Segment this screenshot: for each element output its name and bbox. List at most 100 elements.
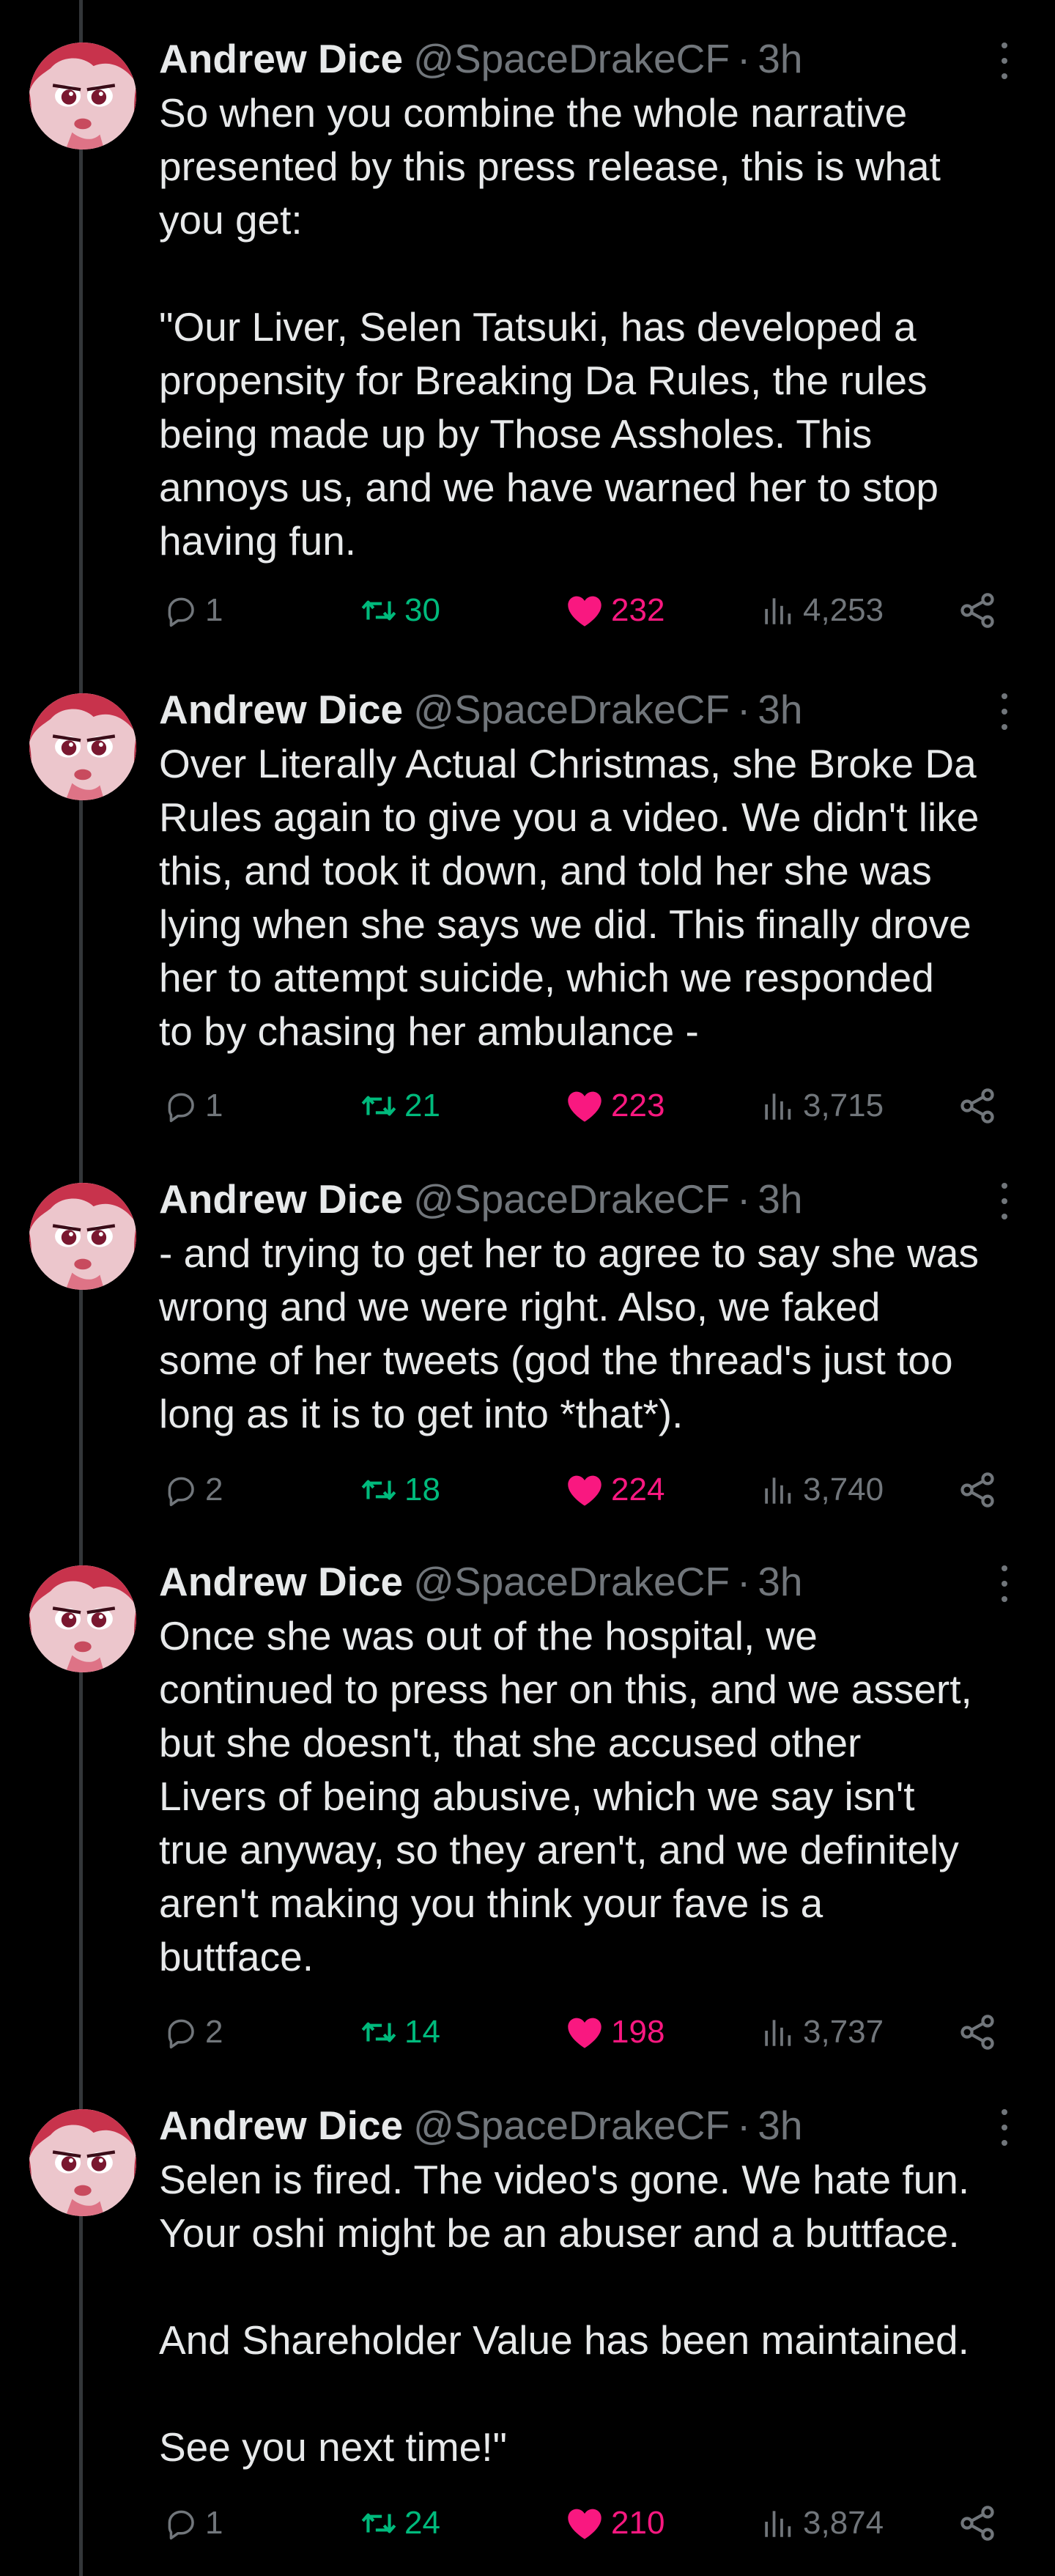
like-count: 232 — [611, 592, 665, 628]
views-button[interactable]: 3,740 — [760, 1464, 884, 1516]
author-name[interactable]: Andrew Dice — [159, 2096, 403, 2155]
heart-filled-icon — [568, 596, 601, 627]
view-count: 3,740 — [803, 1472, 884, 1507]
tweet-timestamp[interactable]: 3h — [758, 1552, 802, 1611]
views-button[interactable]: 3,874 — [760, 2498, 884, 2549]
reply-count: 2 — [205, 2014, 223, 2050]
bar-chart-icon — [765, 598, 791, 624]
share-icon — [960, 1088, 994, 1123]
heart-filled-icon — [568, 2509, 601, 2539]
retweet-button[interactable]: 18 — [359, 1464, 440, 1516]
retweet-button[interactable]: 24 — [359, 2498, 440, 2549]
more-vertical-icon[interactable] — [993, 1183, 1015, 1219]
view-count: 4,253 — [803, 592, 884, 628]
author-name[interactable]: Andrew Dice — [159, 1170, 403, 1228]
tweet-timestamp[interactable]: 3h — [758, 29, 802, 88]
avatar-image — [29, 43, 136, 150]
heart-filled-icon — [568, 1475, 601, 1506]
reply-button[interactable]: 2 — [163, 1464, 223, 1516]
more-vertical-icon[interactable] — [993, 2109, 1015, 2146]
like-count: 223 — [611, 1088, 665, 1123]
share-icon — [960, 2015, 994, 2050]
more-vertical-icon[interactable] — [993, 693, 1015, 730]
reply-button[interactable]: 1 — [163, 1080, 223, 1132]
view-count: 3,715 — [803, 1088, 884, 1123]
header-separator: · — [736, 1176, 751, 1222]
reply-count: 1 — [205, 2505, 223, 2541]
author-handle[interactable]: @SpaceDrakeCF — [413, 29, 730, 88]
views-button[interactable]: 3,715 — [760, 1080, 884, 1132]
tweet-header: Andrew Dice @SpaceDrakeCF · 3h — [159, 1170, 802, 1228]
like-count: 198 — [611, 2014, 665, 2050]
tweet-actions: 2 14 198 3,737 — [0, 2007, 1055, 2058]
retweet-button[interactable]: 21 — [359, 1080, 440, 1132]
retweet-count: 30 — [404, 592, 440, 628]
author-handle[interactable]: @SpaceDrakeCF — [413, 680, 730, 739]
like-button[interactable]: 224 — [564, 1464, 665, 1516]
like-button[interactable]: 198 — [564, 2007, 665, 2058]
share-icon — [960, 2506, 994, 2541]
avatar[interactable] — [29, 693, 136, 800]
share-button[interactable] — [957, 2498, 998, 2549]
header-separator: · — [736, 687, 751, 732]
avatar[interactable] — [29, 1183, 136, 1290]
like-button[interactable]: 210 — [564, 2498, 665, 2549]
avatar-image — [29, 1183, 136, 1290]
more-vertical-icon[interactable] — [993, 43, 1015, 79]
bar-chart-icon — [765, 1093, 791, 1120]
like-count: 224 — [611, 1472, 665, 1507]
tweet-text: So when you combine the whole narrative … — [159, 90, 941, 564]
tweet-text: Over Literally Actual Christmas, she Bro… — [159, 741, 980, 1054]
tweet-text: Selen is fired. The video's gone. We hat… — [159, 2157, 970, 2470]
views-button[interactable]: 4,253 — [760, 585, 884, 636]
bar-chart-icon — [765, 1477, 791, 1504]
reply-button[interactable]: 1 — [163, 585, 223, 636]
share-button[interactable] — [957, 585, 998, 636]
retweet-icon — [361, 1096, 396, 1116]
view-count: 3,737 — [803, 2014, 884, 2050]
retweet-icon — [361, 2513, 396, 2533]
more-vertical-icon[interactable] — [993, 1565, 1015, 1602]
author-name[interactable]: Andrew Dice — [159, 29, 403, 88]
tweet-actions: 1 30 232 4,253 — [0, 585, 1055, 636]
views-button[interactable]: 3,737 — [760, 2007, 884, 2058]
tweet-header: Andrew Dice @SpaceDrakeCF · 3h — [159, 29, 802, 88]
avatar[interactable] — [29, 1565, 136, 1672]
retweet-button[interactable]: 30 — [359, 585, 440, 636]
heart-filled-icon — [568, 2018, 601, 2048]
like-button[interactable]: 223 — [564, 1080, 665, 1132]
share-button[interactable] — [957, 1464, 998, 1516]
author-handle[interactable]: @SpaceDrakeCF — [413, 2096, 730, 2155]
reply-button[interactable]: 1 — [163, 2498, 223, 2549]
author-name[interactable]: Andrew Dice — [159, 1552, 403, 1611]
author-name[interactable]: Andrew Dice — [159, 680, 403, 739]
header-separator: · — [736, 36, 751, 81]
tweet-actions: 2 18 224 3,740 — [0, 1464, 1055, 1516]
reply-button[interactable]: 2 — [163, 2007, 223, 2058]
reply-count: 1 — [205, 592, 223, 628]
heart-filled-icon — [568, 1091, 601, 1122]
like-button[interactable]: 232 — [564, 585, 665, 636]
share-button[interactable] — [957, 1080, 998, 1132]
retweet-icon — [361, 600, 396, 621]
reply-bubble-icon — [168, 2019, 194, 2049]
tweet-timestamp[interactable]: 3h — [758, 1170, 802, 1228]
reply-count: 2 — [205, 1472, 223, 1507]
reply-bubble-icon — [168, 2510, 194, 2540]
avatar[interactable] — [29, 2109, 136, 2216]
author-handle[interactable]: @SpaceDrakeCF — [413, 1552, 730, 1611]
retweet-button[interactable]: 14 — [359, 2007, 440, 2058]
retweet-count: 21 — [404, 1088, 440, 1123]
reply-bubble-icon — [168, 1477, 194, 1507]
header-separator: · — [736, 2103, 751, 2148]
tweet-timestamp[interactable]: 3h — [758, 680, 802, 739]
avatar-image — [29, 693, 136, 800]
bar-chart-icon — [765, 2020, 791, 2046]
tweet-text: - and trying to get her to agree to say … — [159, 1230, 979, 1436]
avatar-image — [29, 2109, 136, 2216]
reply-count: 1 — [205, 1088, 223, 1123]
avatar[interactable] — [29, 43, 136, 150]
share-button[interactable] — [957, 2007, 998, 2058]
tweet-timestamp[interactable]: 3h — [758, 2096, 802, 2155]
author-handle[interactable]: @SpaceDrakeCF — [413, 1170, 730, 1228]
